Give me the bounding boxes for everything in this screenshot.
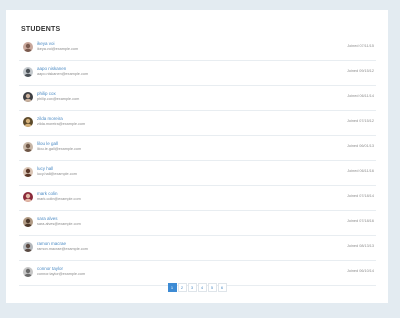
student-name[interactable]: aapo niskanen bbox=[37, 66, 66, 71]
joined-date: Joined 07/18/14 bbox=[346, 194, 374, 198]
avatar[interactable] bbox=[23, 167, 33, 177]
joined-date: Joined 07/18/16 bbox=[346, 219, 374, 223]
page-button-2[interactable]: 2 bbox=[177, 283, 187, 292]
joined-date: Joined 07/11/15 bbox=[347, 44, 374, 48]
student-name[interactable]: ikeya voi bbox=[37, 41, 55, 46]
page-button-1[interactable]: 1 bbox=[167, 283, 177, 292]
student-name[interactable]: lucy hall bbox=[37, 166, 53, 171]
avatar[interactable] bbox=[23, 192, 33, 202]
student-email: philip.cox@example.com bbox=[37, 97, 80, 101]
student-email: sara.alves@example.com bbox=[37, 222, 81, 226]
student-name[interactable]: ramon macrae bbox=[37, 241, 66, 246]
student-name[interactable]: zilda moreira bbox=[37, 116, 63, 121]
student-row[interactable]: mark colin mark.colin@example.com Joined 0… bbox=[19, 186, 376, 211]
student-email: zilda.moreira@example.com bbox=[37, 122, 86, 126]
student-row[interactable]: philip cox philip.cox@example.com Joined 0… bbox=[19, 86, 376, 111]
student-email: lucy.hall@example.com bbox=[37, 172, 77, 176]
student-email: ramon.macrae@example.com bbox=[37, 247, 88, 251]
joined-date: Joined 07/15/12 bbox=[346, 119, 374, 123]
student-name[interactable]: connor taylor bbox=[37, 266, 63, 271]
page-title: STUDENTS bbox=[21, 26, 61, 33]
student-row[interactable]: zilda moreira zilda.moreira@example.com Jo… bbox=[19, 111, 376, 136]
avatar[interactable] bbox=[23, 42, 33, 52]
joined-date: Joined 06/01/13 bbox=[346, 144, 374, 148]
student-email: ikeya.voi@example.com bbox=[37, 47, 79, 51]
page-button-4[interactable]: 4 bbox=[197, 283, 207, 292]
avatar[interactable] bbox=[23, 67, 33, 77]
student-email: aapo.niskanen@example.com bbox=[37, 72, 89, 76]
students-card: STUDENTS ikeya voi ikeya.voi@example.com J… bbox=[6, 10, 388, 303]
joined-date: Joined 06/11/16 bbox=[347, 169, 374, 173]
joined-date: Joined 08/13/13 bbox=[346, 244, 374, 248]
avatar[interactable] bbox=[23, 117, 33, 127]
pagination: 123456 bbox=[6, 283, 388, 292]
student-name[interactable]: philip cox bbox=[37, 91, 56, 96]
student-row[interactable]: ikeya voi ikeya.voi@example.com Joined 07/… bbox=[19, 36, 376, 61]
joined-date: Joined 06/11/14 bbox=[347, 94, 374, 98]
student-row[interactable]: lucy hall lucy.hall@example.com Joined 06/… bbox=[19, 161, 376, 186]
student-row[interactable]: sara alves sara.alves@example.com Joined 0… bbox=[19, 211, 376, 236]
student-email: connor.taylor@example.com bbox=[37, 272, 86, 276]
avatar[interactable] bbox=[23, 142, 33, 152]
avatar[interactable] bbox=[23, 92, 33, 102]
student-row[interactable]: lilou le gall lilou.le.gall@example.com Jo… bbox=[19, 136, 376, 161]
student-email: lilou.le.gall@example.com bbox=[37, 147, 82, 151]
student-row[interactable]: aapo niskanen aapo.niskanen@example.com Jo… bbox=[19, 61, 376, 86]
student-name[interactable]: mark colin bbox=[37, 191, 58, 196]
page-button-5[interactable]: 5 bbox=[207, 283, 217, 292]
student-row[interactable]: ramon macrae ramon.macrae@example.com Join… bbox=[19, 236, 376, 261]
avatar[interactable] bbox=[23, 217, 33, 227]
page-button-6[interactable]: 6 bbox=[217, 283, 227, 292]
student-list: ikeya voi ikeya.voi@example.com Joined 07/… bbox=[19, 36, 376, 286]
joined-date: Joined 06/10/14 bbox=[346, 269, 374, 273]
student-name[interactable]: sara alves bbox=[37, 216, 58, 221]
avatar[interactable] bbox=[23, 242, 33, 252]
joined-date: Joined 09/15/12 bbox=[346, 69, 374, 73]
student-email: mark.colin@example.com bbox=[37, 197, 81, 201]
student-name[interactable]: lilou le gall bbox=[37, 141, 58, 146]
page-button-3[interactable]: 3 bbox=[187, 283, 197, 292]
avatar[interactable] bbox=[23, 267, 33, 277]
